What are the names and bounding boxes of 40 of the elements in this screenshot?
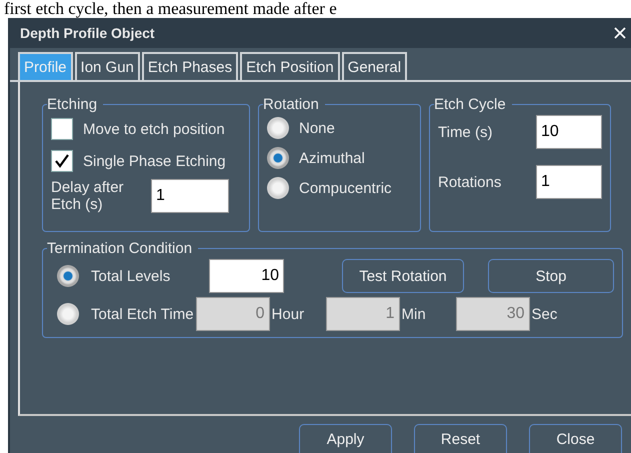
dialog-button[interactable]: Close [529,424,622,453]
input-field[interactable]: 10 [536,115,602,149]
checkbox[interactable] [51,150,73,172]
radio-button[interactable] [57,303,79,325]
radio-button[interactable] [267,147,289,169]
tab[interactable]: Ion Gun [74,52,140,80]
delay-label: Delay after Etch (s) [51,179,125,213]
test-rotation-button[interactable]: Test Rotation [342,259,464,293]
input-field[interactable]: 1 [536,165,602,199]
radio-button[interactable] [267,177,289,199]
group-title: Rotation [263,96,320,113]
tab[interactable]: Etch Position [240,52,340,80]
checkbox[interactable] [51,118,73,140]
checkbox-label: Single Phase Etching [83,152,226,170]
tab[interactable]: Etch Phases [142,52,238,80]
radio-label: Total Levels [91,268,172,284]
field-label: Rotations [438,174,502,190]
window-title: Depth Profile Object [20,25,155,41]
radio-label: Total Etch Time [91,306,194,322]
radio-label: None [299,120,335,136]
document-text: first etch cycle, then a measurement made after e [3,0,338,18]
group-title: Termination Condition [47,240,194,257]
unit-label: Sec [530,306,558,322]
group-title: Etching [47,96,98,113]
unit-label: Hour [270,306,306,322]
delay-field[interactable]: 1 [151,179,229,213]
stop-button[interactable]: Stop [488,259,614,293]
dialog-button[interactable]: Apply [299,424,392,453]
radio-button[interactable] [57,265,79,287]
tab[interactable]: General [342,52,408,80]
close-icon[interactable] [614,27,626,39]
dialog-button[interactable]: Reset [414,424,507,453]
group-title: Etch Cycle [434,96,507,113]
radio-button[interactable] [267,117,289,139]
field-label: Time (s) [438,124,494,140]
checkbox-label: Move to etch position [83,120,225,138]
radio-label: Compucentric [299,180,392,196]
unit-label: Min [400,306,427,322]
radio-label: Azimuthal [299,150,365,166]
input-field[interactable]: 10 [209,259,284,293]
